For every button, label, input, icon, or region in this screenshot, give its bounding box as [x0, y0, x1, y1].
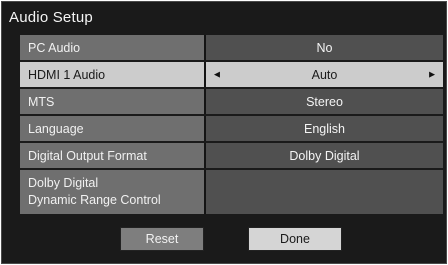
- value-text: Dolby Digital: [289, 148, 360, 163]
- left-arrow-icon[interactable]: ◄: [212, 69, 222, 80]
- menu-row-value[interactable]: Dolby Digital: [206, 143, 443, 168]
- menu-row-label: Dolby Digital Dynamic Range Control: [20, 170, 206, 214]
- menu-row-mts[interactable]: MTS Stereo: [20, 89, 443, 114]
- audio-setup-dialog: Audio Setup PC Audio No HDMI 1 Audio ◄ A…: [1, 1, 447, 264]
- menu-row-dynamic-range-control[interactable]: Dolby Digital Dynamic Range Control: [20, 170, 443, 214]
- menu-row-label-line1: Dolby Digital: [28, 176, 99, 190]
- menu-row-value[interactable]: No: [206, 35, 443, 60]
- menu-row-value[interactable]: English: [206, 116, 443, 141]
- value-text: No: [316, 40, 333, 55]
- reset-button[interactable]: Reset: [120, 227, 204, 251]
- right-arrow-icon[interactable]: ►: [427, 69, 437, 80]
- dialog-title: Audio Setup: [9, 9, 93, 26]
- menu-row-value[interactable]: ◄ Auto ►: [206, 62, 443, 87]
- menu-row-pc-audio[interactable]: PC Audio No: [20, 35, 443, 60]
- value-text: Auto: [311, 67, 338, 82]
- menu-row-label: MTS: [20, 89, 206, 114]
- button-bar: Reset Done: [2, 227, 446, 253]
- menu-row-label: Digital Output Format: [20, 143, 206, 168]
- menu-row-hdmi1-audio[interactable]: HDMI 1 Audio ◄ Auto ►: [20, 62, 443, 87]
- menu-row-label-line2: Dynamic Range Control: [28, 193, 161, 207]
- value-text: English: [304, 121, 345, 136]
- settings-menu: PC Audio No HDMI 1 Audio ◄ Auto ► MTS St…: [20, 35, 443, 216]
- menu-row-label: PC Audio: [20, 35, 206, 60]
- done-button[interactable]: Done: [248, 227, 342, 251]
- value-text: Stereo: [306, 94, 343, 109]
- menu-row-label: Language: [20, 116, 206, 141]
- menu-row-value[interactable]: Stereo: [206, 89, 443, 114]
- menu-row-language[interactable]: Language English: [20, 116, 443, 141]
- menu-row-label: HDMI 1 Audio: [20, 62, 206, 87]
- menu-row-value[interactable]: [206, 170, 443, 214]
- menu-row-digital-output-format[interactable]: Digital Output Format Dolby Digital: [20, 143, 443, 168]
